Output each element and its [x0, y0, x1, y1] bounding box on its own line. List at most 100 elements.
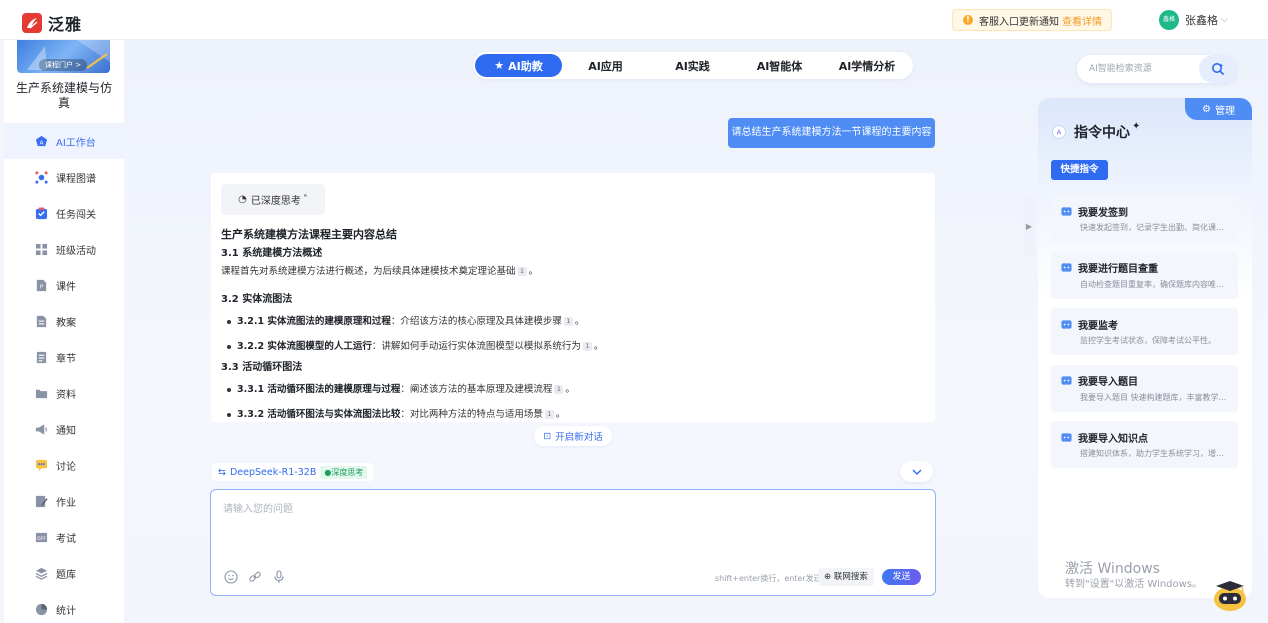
notice-detail-link[interactable]: 查看详情 — [1062, 13, 1102, 28]
list-item-text: ：介绍该方法的核心原理及具体建模步骤 — [390, 316, 562, 327]
chapter-icon — [36, 351, 47, 363]
deep-thinking-badge: ●深度思考 — [320, 465, 368, 479]
model-selector[interactable]: ⇆ DeepSeek-R1-32B ●深度思考 — [212, 463, 374, 481]
sidebar-item-label: 讨论 — [56, 461, 76, 473]
think-label: 已深度思考 — [250, 196, 301, 207]
pie-chart-icon — [35, 603, 48, 615]
ai-logo-icon: A — [1052, 125, 1066, 139]
search-button[interactable] — [1199, 55, 1237, 83]
search-input[interactable] — [1089, 60, 1189, 78]
top-tabs: ★ AI助教 AI应用 AI实践 AI智能体 AI学情分析 — [473, 52, 913, 79]
notice-banner: ! 客服入口更新通知 查看详情 — [952, 9, 1112, 31]
svg-text:A: A — [1057, 129, 1062, 137]
user-menu[interactable]: 鑫格 张鑫格 ⌵ — [1159, 10, 1228, 30]
list-item-bold: 3.3.1 活动循环图法的建模原理与过程 — [237, 384, 401, 395]
command-card-import-questions[interactable]: 我要导入题目 我要导入题目 快速构建题库，丰富教学... — [1051, 364, 1238, 412]
sidebar-item-homework[interactable]: 作业 — [4, 483, 124, 519]
logo-icon — [22, 13, 42, 33]
sidebar-item-discussion[interactable]: 讨论 — [4, 447, 124, 483]
sidebar-item-course-graph[interactable]: 课程图谱 — [4, 159, 124, 195]
tab-ai-agent[interactable]: AI智能体 — [736, 54, 823, 77]
question-input[interactable] — [223, 500, 923, 560]
sidebar-item-label: 教案 — [56, 317, 76, 329]
graph-icon — [35, 170, 48, 184]
command-card-proctor[interactable]: 我要监考 监控学生考试状态，保障考试公平性。 — [1051, 308, 1238, 355]
sidebar-item-label: 资料 — [56, 389, 76, 401]
sidebar-item-courseware[interactable]: P 课件 — [4, 267, 124, 303]
deep-thinking-toggle[interactable]: ◔ 已深度思考 ˄ — [221, 184, 325, 215]
collapse-button[interactable] — [900, 461, 933, 482]
command-card-head: 我要导入题目 — [1061, 374, 1238, 388]
star-icon: ★ — [494, 59, 505, 72]
citation-badge[interactable]: 1 — [554, 385, 564, 394]
list-item-text: ：阐述该方法的基本原理及建模流程 — [400, 384, 553, 395]
quick-commands-tab[interactable]: 快捷指令 — [1051, 160, 1108, 180]
sidebar-item-label: 考试 — [56, 533, 76, 545]
command-title: 我要监考 — [1078, 320, 1118, 332]
watermark-line2: 转到"设置"以激活 Windows。 — [1065, 579, 1203, 590]
sidebar-item-resources[interactable]: 资料 — [4, 375, 124, 411]
command-desc: 监控学生考试状态，保障考试公平性。 — [1080, 336, 1216, 345]
tab-label: AI学情分析 — [838, 59, 896, 73]
sidebar-item-lesson-plan[interactable]: 教案 — [4, 303, 124, 339]
sidebar-item-chapter[interactable]: 章节 — [4, 339, 124, 375]
tab-ai-practice[interactable]: AI实践 — [649, 54, 736, 77]
list-item-bold: 3.3.2 活动循环图法与实体流图法比较 — [237, 409, 401, 420]
manage-button[interactable]: ⚙ 管理 — [1185, 98, 1252, 120]
command-desc: 快速发起签到，记录学生出勤、简化课... — [1080, 223, 1224, 232]
panel-toggle-arrow[interactable]: ▶ — [1023, 196, 1035, 256]
chevron-down-icon — [912, 469, 921, 475]
command-card-import-knowledge[interactable]: 我要导入知识点 搭建知识体系，助力学生系统学习，增... — [1051, 421, 1238, 468]
list-item-text: ：对比两种方法的特点与适用场景 — [400, 409, 543, 420]
list-item: 3.2.2 实体流图模型的人工运行：讲解如何手动运行实体流图模型以模拟系统行为 1… — [221, 334, 921, 359]
new-chat-button[interactable]: ⊡ 开启新对话 — [534, 426, 612, 446]
swap-icon: ⇆ — [218, 466, 226, 478]
model-name: DeepSeek-R1-32B — [229, 466, 317, 478]
sidebar-item-task[interactable]: 任务闯关 — [4, 195, 124, 231]
answer-body: 生产系统建模方法课程主要内容总结 3.1 系统建模方法概述 课程首先对系统建模方… — [221, 225, 921, 422]
sidebar-item-ai-workbench[interactable]: A AI工作台 — [4, 123, 124, 159]
sidebar-item-exam[interactable]: OFF 考试 — [4, 519, 124, 555]
citation-badge[interactable]: 1 — [544, 410, 554, 419]
citation-badge[interactable]: 1 — [582, 342, 592, 351]
user-name: 张鑫格 — [1185, 14, 1218, 27]
emoji-icon[interactable] — [224, 570, 238, 584]
chat-input-box: shift+enter换行，enter发送 ⊕ 联网搜索 发送 — [210, 489, 936, 596]
windows-activation-watermark: 激活 Windows 转到"设置"以激活 Windows。 — [1065, 561, 1202, 592]
sidebar-item-class-activity[interactable]: 班级活动 — [4, 231, 124, 267]
list-item-bold: 3.2.2 实体流图模型的人工运行 — [237, 341, 372, 352]
citation-badge[interactable]: 1 — [517, 267, 527, 276]
tab-label: AI应用 — [588, 59, 623, 73]
sidebar-item-statistics[interactable]: 统计 — [4, 591, 124, 623]
command-bot-icon — [1061, 376, 1072, 385]
course-portal-badge: 课程门户 > — [39, 59, 88, 71]
tab-ai-learning-analysis[interactable]: AI学情分析 — [823, 54, 911, 77]
paragraph-text: 课程首先对系统建模方法进行概述，为后续具体建模技术奠定理论基础 — [221, 266, 516, 277]
command-card-head: 我要导入知识点 — [1061, 430, 1238, 445]
logo[interactable]: 泛雅 — [22, 11, 82, 35]
folder-icon — [35, 389, 48, 398]
command-list: 我要发签到 快速发起签到，记录学生出勤、简化课... 我要进行题目查重 自动检查… — [1051, 195, 1238, 478]
link-icon[interactable] — [248, 570, 262, 584]
microphone-icon[interactable] — [272, 570, 286, 584]
tab-label: AI实践 — [675, 59, 710, 73]
ai-answer-card: ◔ 已深度思考 ˄ 生产系统建模方法课程主要内容总结 3.1 系统建模方法概述 … — [211, 173, 935, 422]
section-heading: 3.2 实体流图法 — [221, 294, 293, 305]
assistant-mascot-icon[interactable] — [1210, 578, 1250, 612]
command-card-sign-in[interactable]: 我要发签到 快速发起签到，记录学生出勤、简化课... — [1051, 195, 1238, 242]
tab-ai-apps[interactable]: AI应用 — [562, 54, 649, 77]
web-search-toggle[interactable]: ⊕ 联网搜索 — [818, 568, 874, 586]
command-title: 我要发签到 — [1078, 207, 1128, 219]
sidebar-item-label: 作业 — [56, 497, 76, 509]
command-card-head: 我要发签到 — [1061, 204, 1238, 219]
command-card-duplicate-check[interactable]: 我要进行题目查重 自动检查题目重复率，确保题库内容唯... — [1051, 251, 1238, 299]
command-bot-icon — [1061, 206, 1072, 216]
citation-badge[interactable]: 1 — [563, 317, 573, 326]
send-button[interactable]: 发送 — [882, 569, 921, 585]
sidebar-item-question-bank[interactable]: 题库 — [4, 555, 124, 591]
course-cover-image[interactable]: 课程门户 > — [17, 40, 110, 73]
chat-icon — [35, 459, 48, 471]
chevron-right-icon: ▶ — [1025, 221, 1033, 231]
sidebar-item-notice[interactable]: 通知 — [4, 411, 124, 447]
tab-ai-assistant[interactable]: ★ AI助教 — [475, 54, 562, 77]
